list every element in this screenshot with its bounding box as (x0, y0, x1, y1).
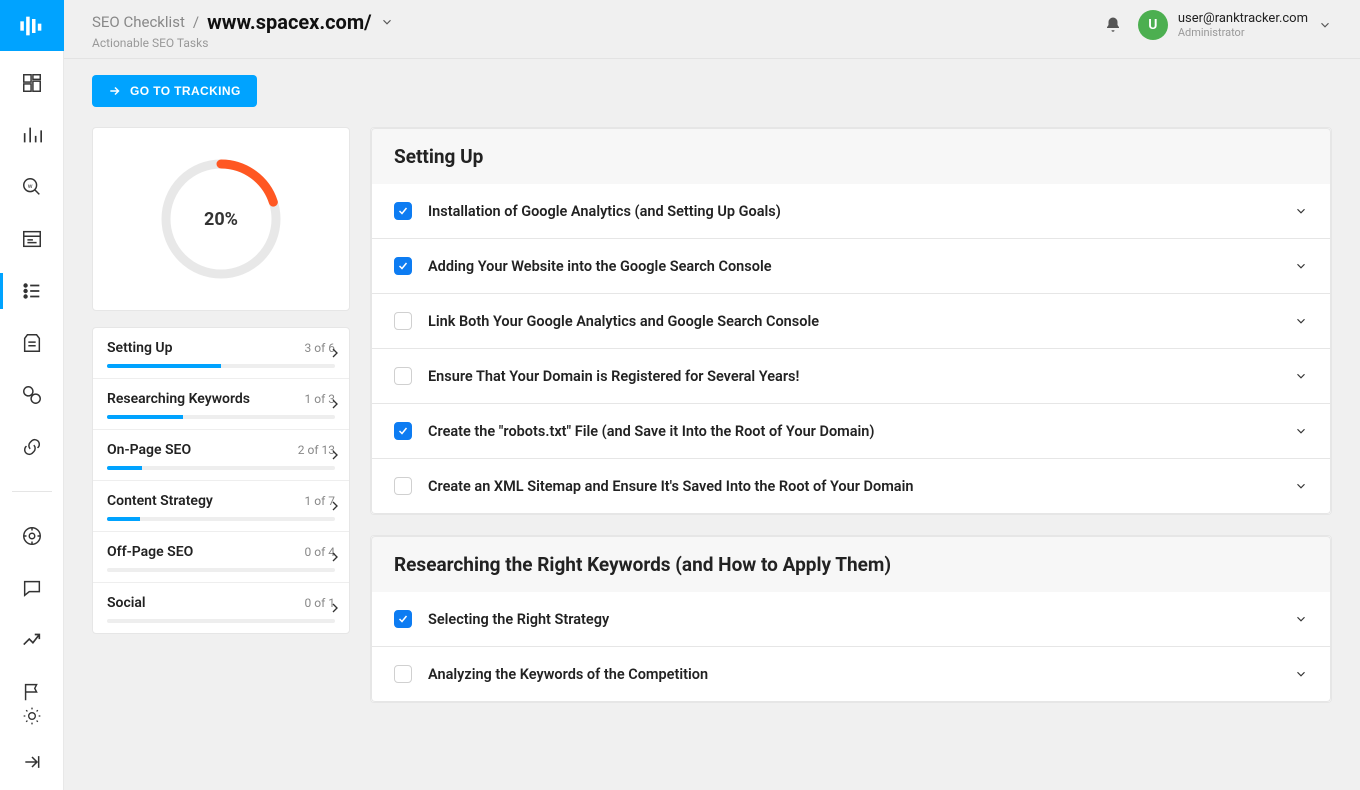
chevron-down-icon (1294, 612, 1308, 626)
theme-icon[interactable] (20, 704, 44, 728)
chevron-down-icon (1294, 259, 1308, 273)
task-row[interactable]: Link Both Your Google Analytics and Goog… (371, 294, 1331, 349)
task-row[interactable]: Analyzing the Keywords of the Competitio… (371, 647, 1331, 702)
seo-checklist-icon[interactable] (20, 279, 44, 303)
user-role: Administrator (1178, 26, 1308, 39)
topbar: SEO Checklist / www.spacex.com/ Actionab… (64, 0, 1360, 59)
backlink-monitor-icon[interactable] (20, 435, 44, 459)
category-list: Setting Up3 of 6Researching Keywords1 of… (92, 327, 350, 634)
help-icon[interactable] (20, 524, 44, 548)
trend-icon[interactable] (20, 628, 44, 652)
chevron-right-icon (327, 600, 343, 616)
chevron-down-icon (1318, 18, 1332, 32)
avatar: U (1138, 10, 1168, 40)
category-name: On-Page SEO (107, 442, 191, 458)
category-progress-bar (107, 364, 335, 368)
category-progress-bar (107, 415, 335, 419)
category-item[interactable]: Social0 of 1 (93, 582, 349, 633)
user-email: user@ranktracker.com (1178, 11, 1308, 26)
task-row[interactable]: Create the "robots.txt" File (and Save i… (371, 404, 1331, 459)
category-progress-bar (107, 466, 335, 470)
rail-separator (12, 491, 52, 492)
user-menu[interactable]: U user@ranktracker.com Administrator (1138, 10, 1332, 40)
category-name: Off-Page SEO (107, 544, 193, 560)
collapse-icon[interactable] (20, 750, 44, 774)
chevron-right-icon (327, 549, 343, 565)
task-checkbox[interactable] (394, 312, 412, 330)
chevron-right-icon (327, 498, 343, 514)
web-audit-icon[interactable] (20, 331, 44, 355)
task-title: Adding Your Website into the Google Sear… (428, 258, 1278, 275)
breadcrumb-section: SEO Checklist (92, 13, 185, 31)
go-to-tracking-button[interactable]: GO TO TRACKING (92, 75, 257, 107)
cta-label: GO TO TRACKING (130, 84, 241, 98)
bell-icon[interactable] (1104, 16, 1122, 34)
category-item[interactable]: Setting Up3 of 6 (93, 328, 349, 378)
task-row[interactable]: Ensure That Your Domain is Registered fo… (371, 349, 1331, 404)
task-checkbox[interactable] (394, 422, 412, 440)
task-title: Create an XML Sitemap and Ensure It's Sa… (428, 478, 1278, 495)
chevron-right-icon (327, 447, 343, 463)
breadcrumb-site[interactable]: www.spacex.com/ (207, 10, 372, 34)
rank-tracker-icon[interactable] (20, 123, 44, 147)
chevron-down-icon (1294, 479, 1308, 493)
chevron-right-icon (327, 345, 343, 361)
chevron-right-icon (327, 396, 343, 412)
task-checkbox[interactable] (394, 610, 412, 628)
chat-icon[interactable] (20, 576, 44, 600)
task-section: Researching the Right Keywords (and How … (370, 535, 1332, 703)
dashboard-icon[interactable] (20, 71, 44, 95)
chevron-down-icon[interactable] (380, 15, 394, 29)
chevron-down-icon (1294, 204, 1308, 218)
task-section: Setting Up Installation of Google Analyti… (370, 127, 1332, 515)
category-name: Researching Keywords (107, 391, 250, 407)
keyword-finder-icon[interactable]: w (20, 175, 44, 199)
task-title: Installation of Google Analytics (and Se… (428, 203, 1278, 220)
category-item[interactable]: Researching Keywords1 of 3 (93, 378, 349, 429)
task-checkbox[interactable] (394, 477, 412, 495)
category-progress-bar (107, 517, 335, 521)
svg-text:w: w (27, 182, 32, 190)
task-sections: Setting Up Installation of Google Analyti… (370, 127, 1332, 770)
category-item[interactable]: On-Page SEO2 of 13 (93, 429, 349, 480)
chevron-down-icon (1294, 369, 1308, 383)
flag-icon[interactable] (20, 680, 44, 704)
category-name: Content Strategy (107, 493, 213, 509)
progress-percent: 20% (156, 154, 286, 284)
task-title: Ensure That Your Domain is Registered fo… (428, 368, 1278, 385)
task-checkbox[interactable] (394, 202, 412, 220)
task-row[interactable]: Adding Your Website into the Google Sear… (371, 239, 1331, 294)
category-item[interactable]: Off-Page SEO0 of 4 (93, 531, 349, 582)
app-logo[interactable] (0, 0, 64, 51)
task-row[interactable]: Selecting the Right Strategy (371, 592, 1331, 647)
task-checkbox[interactable] (394, 665, 412, 683)
task-row[interactable]: Installation of Google Analytics (and Se… (371, 184, 1331, 239)
breadcrumb-sep: / (193, 13, 199, 31)
category-name: Social (107, 595, 146, 611)
progress-card: 20% (92, 127, 350, 311)
nav-rail: w (0, 0, 64, 790)
task-title: Link Both Your Google Analytics and Goog… (428, 313, 1278, 330)
task-checkbox[interactable] (394, 367, 412, 385)
task-title: Selecting the Right Strategy (428, 611, 1278, 628)
category-item[interactable]: Content Strategy1 of 7 (93, 480, 349, 531)
task-title: Analyzing the Keywords of the Competitio… (428, 666, 1278, 683)
chevron-down-icon (1294, 424, 1308, 438)
chevron-down-icon (1294, 667, 1308, 681)
category-progress-bar (107, 568, 335, 572)
category-progress-bar (107, 619, 335, 623)
breadcrumb: SEO Checklist / www.spacex.com/ (92, 10, 394, 34)
category-name: Setting Up (107, 340, 172, 356)
chevron-down-icon (1294, 314, 1308, 328)
task-title: Create the "robots.txt" File (and Save i… (428, 423, 1278, 440)
serp-checker-icon[interactable] (20, 227, 44, 251)
page-subtitle: Actionable SEO Tasks (92, 36, 394, 50)
backlink-checker-icon[interactable] (20, 383, 44, 407)
section-title: Researching the Right Keywords (and How … (371, 536, 1331, 592)
section-title: Setting Up (371, 128, 1331, 184)
task-checkbox[interactable] (394, 257, 412, 275)
task-row[interactable]: Create an XML Sitemap and Ensure It's Sa… (371, 459, 1331, 514)
